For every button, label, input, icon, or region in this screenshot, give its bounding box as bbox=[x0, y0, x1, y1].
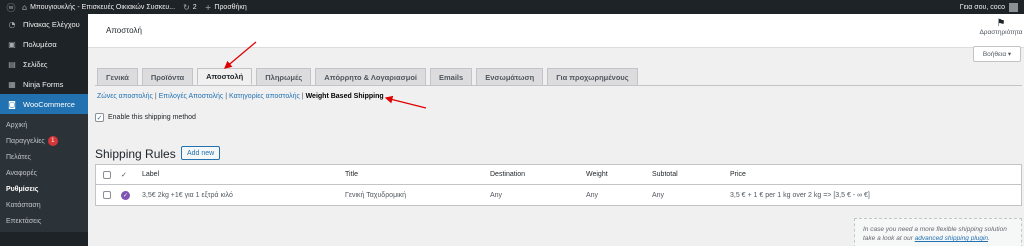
submenu-label: Επεκτάσεις bbox=[6, 217, 42, 225]
sidebar-item-woocommerce[interactable]: ◙ WooCommerce bbox=[0, 94, 88, 114]
row-select-cell bbox=[103, 185, 111, 205]
rule-title: Γενική Ταχυδρομική bbox=[345, 191, 407, 199]
sidebar-item-ninja-forms[interactable]: ▦ Ninja Forms bbox=[0, 74, 88, 94]
rule-enabled-toggle-icon[interactable]: ✓ bbox=[121, 190, 130, 200]
tabs-divider bbox=[95, 85, 1022, 86]
shipping-zones-link[interactable]: Ζώνες αποστολής bbox=[97, 93, 153, 100]
sidebar-item-dashboard[interactable]: ◔ Πίνακας Ελέγχου bbox=[0, 14, 88, 34]
admin-bar: ⓦ ⌂ Μπουγιουκλής - Επισκευές Οικιακών Συ… bbox=[0, 0, 1024, 14]
submenu-item-reports[interactable]: Αναφορές bbox=[0, 165, 88, 181]
submenu-item-home[interactable]: Αρχική bbox=[0, 117, 88, 133]
submenu-item-status[interactable]: Κατάσταση bbox=[0, 197, 88, 213]
woocommerce-submenu: Αρχική Παραγγελίες 1 Πελάτες Αναφορές Ρυθ… bbox=[0, 114, 88, 232]
enable-method-label: Enable this shipping method bbox=[108, 114, 196, 121]
shipping-classes-link[interactable]: Κατηγορίες αποστολής bbox=[229, 93, 300, 100]
admin-sidebar: ◔ Πίνακας Ελέγχου ▣ Πολυμέσα ▤ Σελίδες ▦… bbox=[0, 14, 88, 246]
activity-label: Δραστηριότητα bbox=[979, 29, 1023, 36]
weight-based-shipping-link[interactable]: Weight Based Shipping bbox=[306, 93, 384, 100]
settings-tabs: Γενικά Προϊόντα Αποστολή Πληρωμές Απόρρη… bbox=[97, 68, 642, 85]
column-header-subtotal[interactable]: Subtotal bbox=[652, 165, 678, 184]
tab-products[interactable]: Προϊόντα bbox=[141, 68, 194, 85]
advanced-shipping-info-box: In case you need a more flexible shippin… bbox=[854, 218, 1022, 246]
tab-integration[interactable]: Ενσωμάτωση bbox=[476, 68, 544, 85]
site-name-label: Μπουγιουκλής - Επισκευές Οικιακών Συσκευ… bbox=[30, 3, 176, 11]
home-icon: ⌂ bbox=[22, 2, 28, 12]
sidebar-item-label: Ninja Forms bbox=[23, 79, 64, 89]
submenu-label: Κατάσταση bbox=[6, 201, 41, 209]
submenu-label: Πελάτες bbox=[6, 153, 31, 161]
wordpress-logo-icon[interactable]: ⓦ bbox=[0, 1, 22, 14]
page-title: Αποστολή bbox=[106, 26, 142, 35]
tab-shipping[interactable]: Αποστολή bbox=[197, 68, 253, 85]
user-greeting: Γεια σου, coco bbox=[959, 3, 1005, 11]
select-all-cell bbox=[103, 165, 111, 184]
sidebar-item-pages[interactable]: ▤ Σελίδες bbox=[0, 54, 88, 74]
column-header-destination[interactable]: Destination bbox=[490, 165, 525, 184]
sidebar-item-label: Σελίδες bbox=[23, 59, 48, 69]
column-header-weight[interactable]: Weight bbox=[586, 165, 608, 184]
advanced-shipping-plugin-link[interactable]: advanced shipping plugin bbox=[915, 235, 988, 242]
shipping-options-link[interactable]: Επιλογές Αποστολής bbox=[159, 93, 224, 100]
pages-icon: ▤ bbox=[8, 59, 16, 69]
comments-icon: ↻ bbox=[183, 2, 190, 12]
enable-method-row[interactable]: ✓ Enable this shipping method bbox=[95, 113, 196, 122]
sidebar-item-label: Πολυμέσα bbox=[23, 39, 57, 49]
sidebar-item-label: WooCommerce bbox=[23, 99, 75, 109]
submenu-label: Αναφορές bbox=[6, 169, 37, 177]
submenu-label: Αρχική bbox=[6, 121, 28, 129]
new-content-label: Προσθήκη bbox=[214, 3, 247, 11]
column-header-label[interactable]: Label bbox=[142, 165, 159, 184]
select-all-checkbox[interactable] bbox=[103, 170, 111, 179]
page-header: Αποστολή ⚑ Δραστηριότητα bbox=[88, 14, 1024, 48]
tab-advanced[interactable]: Για προχωρημένους bbox=[547, 68, 638, 85]
table-header: ✓ Label Title Destination Weight Subtota… bbox=[96, 165, 1021, 185]
submenu-item-extensions[interactable]: Επεκτάσεις bbox=[0, 213, 88, 229]
row-select-checkbox[interactable] bbox=[103, 191, 111, 199]
rule-subtotal: Any bbox=[652, 191, 665, 199]
rule-destination: Any bbox=[490, 191, 503, 199]
table-row[interactable]: ✓ 3,5€ 2kg +1€ για 1 εξτρά κιλό Γενική Τ… bbox=[96, 185, 1021, 205]
rule-weight: Any bbox=[586, 191, 599, 199]
help-button[interactable]: Βοήθεια ▾ bbox=[973, 46, 1021, 62]
shipping-subsections: Ζώνες αποστολής | Επιλογές Αποστολής | Κ… bbox=[97, 93, 384, 100]
submenu-item-settings[interactable]: Ρυθμίσεις bbox=[0, 181, 88, 197]
rule-label[interactable]: 3,5€ 2kg +1€ για 1 εξτρά κιλό bbox=[142, 185, 233, 205]
row-enabled-cell: ✓ bbox=[121, 185, 130, 205]
shipping-rules-table: ✓ Label Title Destination Weight Subtota… bbox=[95, 164, 1022, 206]
rule-price: 3,5 € + 1 € per 1 kg over 2 kg => [3,5 €… bbox=[730, 191, 870, 199]
woocommerce-icon: ◙ bbox=[8, 99, 16, 109]
submenu-item-orders[interactable]: Παραγγελίες 1 bbox=[0, 133, 88, 149]
dashboard-icon: ◔ bbox=[8, 19, 16, 29]
submenu-item-customers[interactable]: Πελάτες bbox=[0, 149, 88, 165]
site-name-link[interactable]: ⌂ Μπουγιουκλής - Επισκευές Οικιακών Συσκ… bbox=[22, 3, 175, 12]
activity-button[interactable]: ⚑ Δραστηριότητα bbox=[978, 18, 1024, 36]
comments-link[interactable]: ↻ 2 bbox=[183, 3, 197, 12]
tab-emails[interactable]: Emails bbox=[430, 68, 473, 85]
shipping-rules-title: Shipping Rules bbox=[95, 147, 176, 161]
comments-count: 2 bbox=[192, 3, 197, 11]
avatar bbox=[1009, 2, 1018, 12]
flag-icon: ⚑ bbox=[996, 18, 1006, 29]
media-icon: ▣ bbox=[8, 39, 16, 49]
arrow-to-weight-based-shipping bbox=[384, 95, 427, 109]
forms-icon: ▦ bbox=[8, 79, 16, 89]
new-content-link[interactable]: + Προσθήκη bbox=[205, 3, 247, 12]
user-account-menu[interactable]: Γεια σου, coco bbox=[959, 2, 1018, 12]
add-new-rule-button[interactable]: Add new bbox=[181, 146, 221, 160]
enable-method-checkbox[interactable]: ✓ bbox=[95, 113, 104, 122]
tab-payments[interactable]: Πληρωμές bbox=[256, 68, 312, 85]
sidebar-item-label: Πίνακας Ελέγχου bbox=[23, 19, 80, 29]
column-header-price[interactable]: Price bbox=[730, 165, 746, 184]
sidebar-item-media[interactable]: ▣ Πολυμέσα bbox=[0, 34, 88, 54]
enabled-column-check-icon: ✓ bbox=[121, 170, 127, 179]
submenu-label: Ρυθμίσεις bbox=[6, 185, 39, 193]
column-header-title[interactable]: Title bbox=[345, 165, 358, 184]
orders-count-badge: 1 bbox=[47, 136, 58, 146]
plus-icon: + bbox=[204, 2, 212, 12]
tab-general[interactable]: Γενικά bbox=[97, 68, 138, 85]
submenu-label: Παραγγελίες bbox=[6, 137, 45, 145]
tab-accounts-privacy[interactable]: Απόρρητο & Λογαριασμοί bbox=[315, 68, 426, 85]
